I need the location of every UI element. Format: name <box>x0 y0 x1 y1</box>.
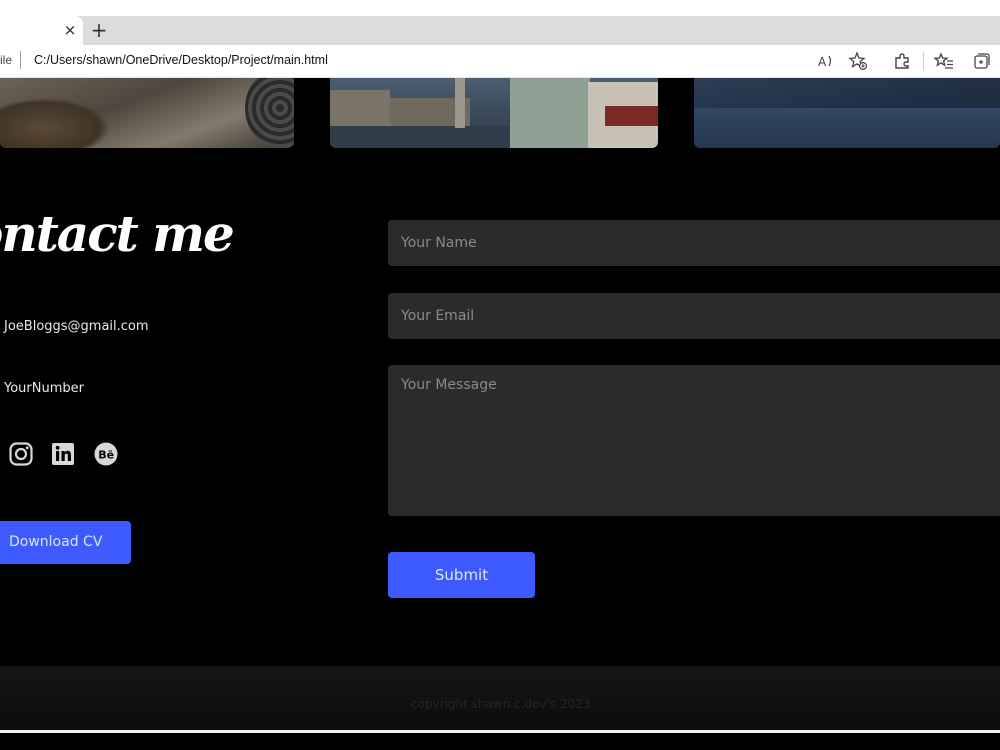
contact-title: ontact me <box>0 204 235 263</box>
favorites-icon[interactable] <box>934 51 954 71</box>
favorite-add-icon[interactable] <box>848 51 868 71</box>
contact-phone: YourNumber <box>4 381 84 396</box>
photo-detail <box>605 106 658 126</box>
photo-detail <box>510 78 590 148</box>
collections-icon[interactable] <box>972 51 992 71</box>
tab-close-icon[interactable]: × <box>62 20 78 40</box>
name-input[interactable]: Your Name <box>388 220 1000 266</box>
photo-detail <box>0 98 110 148</box>
read-aloud-icon[interactable]: A <box>816 51 836 71</box>
copyright-text: copyright shawn.c.dev's 2023 <box>411 697 591 711</box>
message-textarea[interactable]: Your Message <box>388 365 1000 516</box>
address-separator <box>20 51 21 69</box>
snowy-landscape-photo <box>694 78 1000 148</box>
page-footer: copyright shawn.c.dev's 2023 <box>0 666 1000 730</box>
svg-text:A: A <box>818 55 827 69</box>
extensions-icon[interactable] <box>892 51 912 71</box>
tab-bar: × + <box>0 16 1000 45</box>
behance-icon[interactable]: Bē <box>93 441 119 467</box>
rocky-ground-photo <box>0 78 294 148</box>
contact-email: JoeBloggs@gmail.com <box>4 319 149 334</box>
browser-tab[interactable]: × <box>0 16 83 45</box>
email-placeholder: Your Email <box>401 308 475 324</box>
town-square-photo <box>330 78 658 148</box>
toolbar-separator <box>923 52 924 70</box>
photo-detail <box>245 78 294 148</box>
address-bar[interactable]: ile C:/Users/shawn/OneDrive/Desktop/Proj… <box>0 45 1000 78</box>
bottom-bar <box>0 733 1000 750</box>
photo-detail <box>330 126 510 148</box>
instagram-icon[interactable] <box>8 441 34 467</box>
email-input[interactable]: Your Email <box>388 293 1000 339</box>
new-tab-icon[interactable]: + <box>88 19 110 41</box>
window-top-strip <box>0 0 1000 16</box>
linkedin-icon[interactable] <box>50 441 76 467</box>
photo-detail <box>694 108 1000 148</box>
address-url[interactable]: C:/Users/shawn/OneDrive/Desktop/Project/… <box>34 53 328 67</box>
svg-text:Bē: Bē <box>98 449 114 462</box>
name-placeholder: Your Name <box>401 235 477 251</box>
message-placeholder: Your Message <box>401 377 497 393</box>
photo-detail <box>455 78 465 128</box>
address-scheme: ile <box>0 53 13 67</box>
submit-button[interactable]: Submit <box>388 552 535 598</box>
download-cv-button[interactable]: Download CV <box>0 521 131 564</box>
